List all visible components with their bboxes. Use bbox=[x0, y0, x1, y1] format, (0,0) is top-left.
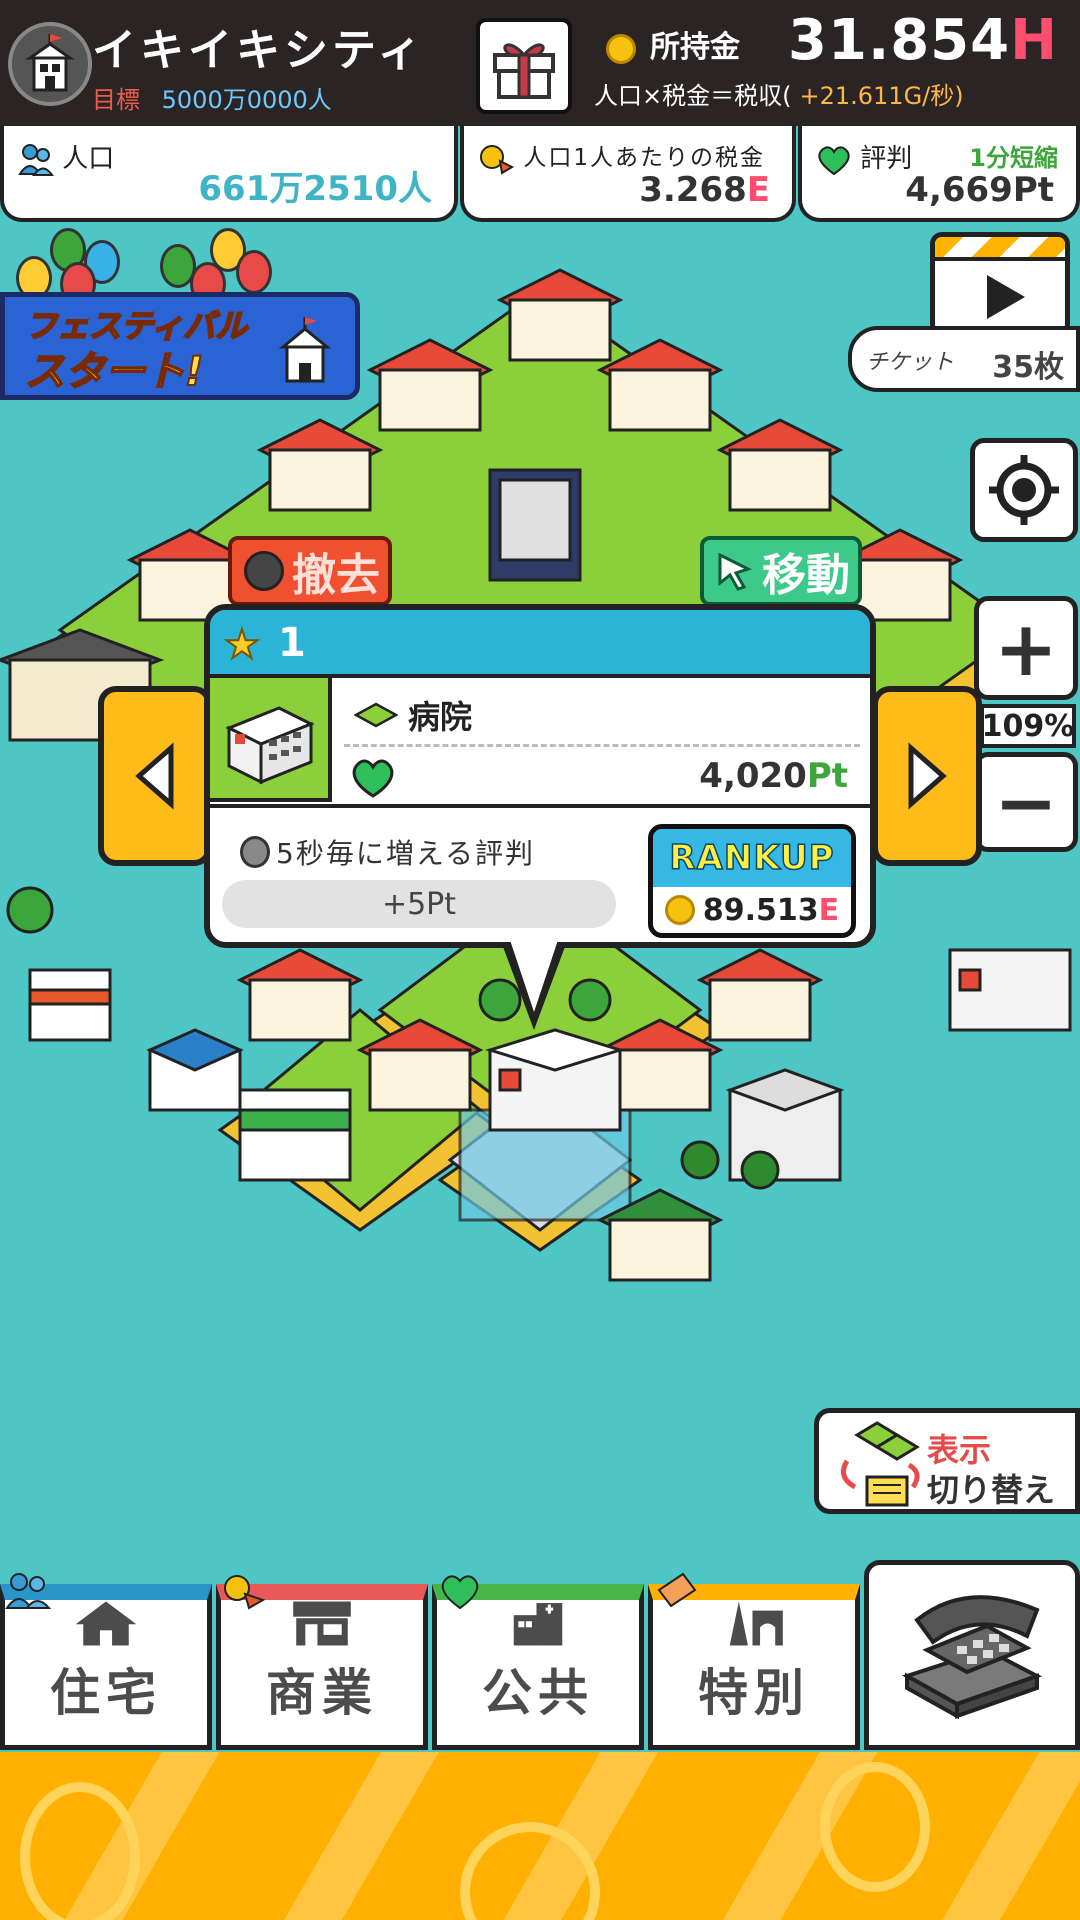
building-reputation: 4,020Pt bbox=[699, 756, 848, 796]
coin-fire-icon bbox=[480, 144, 514, 175]
population-label: 人口 bbox=[18, 138, 114, 178]
coin-fire-icon bbox=[224, 1575, 266, 1610]
ticket-count: 35枚 bbox=[992, 350, 1064, 385]
star-icon: ★ bbox=[223, 621, 261, 669]
city-name: イキイキシティ bbox=[92, 25, 426, 76]
interval-text: 5秒毎に増える評判 bbox=[240, 832, 535, 872]
heart-icon bbox=[441, 1575, 479, 1610]
reputation-bonus: +5Pt bbox=[222, 880, 616, 928]
cursor-arrow-icon bbox=[718, 552, 752, 591]
ticket-icon bbox=[657, 1572, 697, 1608]
display-toggle-line2: 切り替え bbox=[927, 1471, 1056, 1509]
tax-panel[interactable]: 人口1人あたりの税金 3.268E bbox=[460, 126, 796, 222]
income-rate: +21.611G/秒) bbox=[799, 82, 964, 110]
play-icon bbox=[987, 275, 1025, 319]
ad-banner[interactable] bbox=[0, 1752, 1080, 1920]
reputation-value: 4,669Pt bbox=[905, 170, 1054, 210]
tab-public[interactable]: 公共 bbox=[432, 1575, 644, 1750]
population-panel[interactable]: 人口 661万2510人 bbox=[0, 126, 458, 222]
telephone-icon bbox=[902, 1595, 1043, 1720]
festival-title: フェスティバル スタート! bbox=[24, 306, 248, 396]
next-building-button[interactable] bbox=[872, 686, 982, 866]
locate-button[interactable] bbox=[970, 438, 1078, 542]
rankup-button[interactable]: RANKUP 89.513E bbox=[648, 824, 856, 938]
target-icon bbox=[989, 455, 1059, 525]
coin-icon bbox=[664, 895, 695, 925]
rankup-label: RANKUP bbox=[653, 829, 851, 887]
building-info-popup: ★ 1 病院 4,020Pt 5秒毎に増える評判 +5Pt RANKUP 89.… bbox=[204, 604, 876, 948]
building-name: 病院 bbox=[354, 692, 472, 738]
goal: 目標 5000万0000人 bbox=[92, 80, 332, 115]
category-tabs: 住宅 商業 公共 特別 bbox=[0, 1560, 1080, 1750]
shop-icon bbox=[293, 1601, 351, 1646]
building-level: 1 bbox=[278, 620, 306, 666]
ticket-label: チケット bbox=[866, 350, 955, 375]
tower-icon bbox=[729, 1601, 783, 1646]
hospital-thumbnail bbox=[210, 678, 332, 802]
public-building-icon bbox=[513, 1603, 563, 1646]
castle-icon bbox=[278, 317, 332, 383]
switch-view-icon bbox=[840, 1421, 920, 1507]
heart-icon bbox=[352, 759, 394, 798]
tax-formula: 人口×税金＝税収(+21.611G/秒) bbox=[594, 82, 964, 110]
population-value: 661万2510人 bbox=[198, 169, 432, 209]
people-icon bbox=[5, 1573, 51, 1609]
popup-header: ★ 1 bbox=[210, 610, 870, 678]
goal-value: 5000万0000人 bbox=[161, 86, 332, 114]
stopwatch-icon bbox=[240, 836, 270, 868]
bomb-icon bbox=[244, 551, 284, 591]
zoom-in-button[interactable]: + bbox=[974, 596, 1078, 700]
move-button[interactable]: 移動 bbox=[700, 536, 862, 606]
coin-icon bbox=[606, 33, 636, 64]
tab-housing[interactable]: 住宅 bbox=[0, 1573, 212, 1750]
ticket-counter[interactable]: チケット 35枚 bbox=[848, 326, 1080, 392]
rankup-cost: 89.513E bbox=[653, 887, 851, 933]
reputation-shorten: 1分短縮 bbox=[969, 144, 1058, 172]
gift-button[interactable] bbox=[476, 18, 572, 114]
heart-icon bbox=[818, 145, 850, 175]
tax-value: 3.268E bbox=[639, 170, 770, 210]
money-label: 所持金 bbox=[606, 22, 740, 66]
tile-icon bbox=[354, 702, 398, 728]
zoom-level: 109% bbox=[980, 704, 1076, 748]
phone-button[interactable] bbox=[864, 1560, 1080, 1750]
zoom-out-button[interactable]: − bbox=[974, 752, 1078, 852]
top-bar: イキイキシティ 目標 5000万0000人 所持金 31.854H 人口×税金＝… bbox=[0, 0, 1080, 126]
tab-commercial[interactable]: 商業 bbox=[216, 1575, 428, 1750]
reputation-label: 評判 bbox=[816, 138, 912, 178]
previous-building-button[interactable] bbox=[98, 686, 212, 866]
remove-button[interactable]: 撤去 bbox=[228, 536, 392, 606]
money-value: 31.854H bbox=[788, 8, 1058, 73]
video-ad-button[interactable] bbox=[930, 232, 1070, 336]
people-icon bbox=[18, 143, 54, 176]
gift-icon bbox=[493, 43, 555, 99]
reputation-panel[interactable]: 評判 1分短縮 4,669Pt bbox=[798, 126, 1080, 222]
festival-start-banner[interactable]: フェスティバル スタート! bbox=[0, 292, 360, 400]
goal-label: 目標 bbox=[92, 86, 140, 114]
chevron-left-icon bbox=[135, 742, 174, 810]
house-icon bbox=[75, 1601, 137, 1646]
chevron-right-icon bbox=[908, 742, 947, 810]
hospital-icon bbox=[225, 706, 315, 785]
tab-special[interactable]: 特別 bbox=[648, 1572, 860, 1750]
city-hall-icon[interactable] bbox=[8, 22, 92, 106]
display-toggle-button[interactable]: 表示 切り替え bbox=[814, 1408, 1080, 1514]
